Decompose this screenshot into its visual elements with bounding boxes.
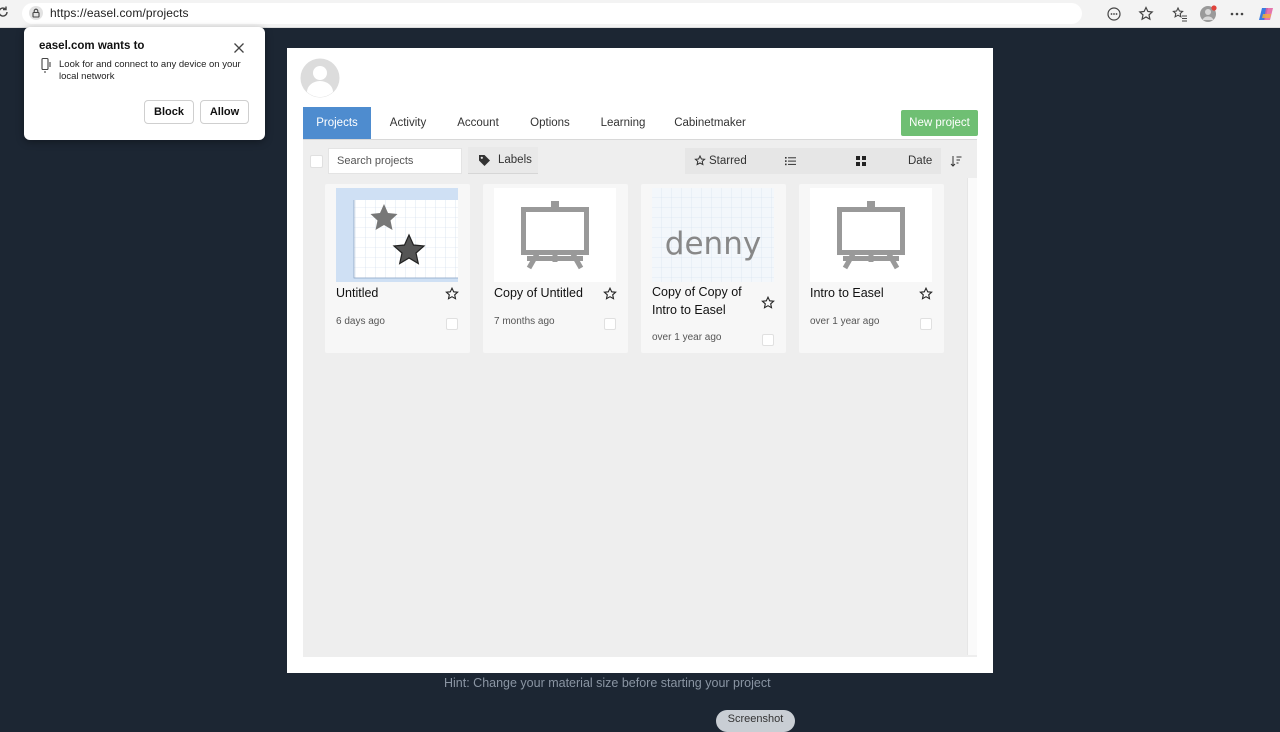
search-projects-input[interactable]: [328, 148, 462, 174]
project-date: 7 months ago: [494, 316, 555, 327]
projects-content: Labels Starred Date: [303, 140, 977, 657]
labels-button[interactable]: Labels: [468, 147, 538, 174]
favorites-list-icon[interactable]: [1171, 5, 1189, 23]
project-card[interactable]: Copy of Untitled 7 months ago: [483, 184, 628, 353]
browser-toolbar: https://easel.com/projects: [0, 0, 1280, 28]
project-thumbnail[interactable]: [336, 188, 458, 282]
project-title[interactable]: Copy of Copy of Intro to Easel: [652, 283, 757, 319]
local-network-permission-popup: easel.com wants to Look for and connect …: [24, 27, 265, 140]
project-thumbnail[interactable]: [810, 188, 932, 282]
address-bar[interactable]: https://easel.com/projects: [22, 3, 1082, 24]
more-menu-icon[interactable]: [1228, 5, 1246, 23]
project-title[interactable]: Copy of Untitled: [494, 284, 583, 302]
close-icon[interactable]: [231, 40, 247, 56]
vertical-scrollbar[interactable]: [967, 178, 977, 655]
grid-view-icon: [856, 156, 866, 166]
tab-activity[interactable]: Activity: [379, 107, 437, 139]
network-device-icon: [41, 57, 51, 73]
star-icon[interactable]: [603, 287, 617, 301]
labels-button-label: Labels: [498, 154, 532, 166]
allow-button[interactable]: Allow: [200, 100, 249, 124]
project-date: 6 days ago: [336, 316, 385, 327]
new-project-button[interactable]: New project: [901, 110, 978, 136]
project-select-checkbox[interactable]: [920, 318, 932, 330]
list-view-button[interactable]: [755, 148, 825, 174]
project-date: over 1 year ago: [810, 316, 880, 327]
project-card[interactable]: Untitled 6 days ago: [325, 184, 470, 353]
star-icon[interactable]: [919, 287, 933, 301]
project-thumbnail[interactable]: [494, 188, 616, 282]
hint-text: Hint: Change your material size before s…: [444, 676, 771, 690]
starred-label: Starred: [709, 155, 747, 167]
star-icon[interactable]: [761, 296, 775, 310]
favorite-star-icon[interactable]: [1137, 5, 1155, 23]
star-icon[interactable]: [445, 287, 459, 301]
popup-title: easel.com wants to: [39, 40, 145, 52]
tab-account[interactable]: Account: [449, 107, 507, 139]
tab-cabinetmaker[interactable]: Cabinetmaker: [667, 107, 753, 139]
profile-avatar-icon[interactable]: [1199, 5, 1217, 23]
project-select-checkbox[interactable]: [604, 318, 616, 330]
thumbnail-text: denny: [665, 226, 761, 262]
block-button[interactable]: Block: [144, 100, 194, 124]
project-date: over 1 year ago: [652, 332, 722, 343]
tab-projects[interactable]: Projects: [303, 107, 371, 139]
tab-learning[interactable]: Learning: [592, 107, 654, 139]
tag-icon: [479, 155, 490, 166]
reload-icon[interactable]: [0, 5, 10, 19]
project-thumbnail[interactable]: denny: [652, 188, 774, 282]
grid-view-button[interactable]: Date: [825, 148, 941, 174]
reading-mode-icon[interactable]: [1105, 5, 1123, 23]
copilot-icon[interactable]: [1257, 5, 1275, 23]
starred-filter-button[interactable]: Starred: [685, 148, 755, 174]
project-title[interactable]: Intro to Easel: [810, 284, 884, 302]
sort-label: Date: [908, 155, 933, 167]
site-info-icon[interactable]: [29, 6, 43, 20]
screenshot-button[interactable]: Screenshot: [716, 710, 795, 732]
project-title[interactable]: Untitled: [336, 284, 378, 302]
popup-message: Look for and connect to any device on yo…: [59, 59, 241, 82]
url-text: https://easel.com/projects: [50, 6, 189, 20]
project-card[interactable]: Intro to Easel over 1 year ago: [799, 184, 944, 353]
project-card[interactable]: denny Copy of Copy of Intro to Easel ove…: [641, 184, 786, 353]
sort-direction-button[interactable]: [943, 148, 969, 174]
project-select-checkbox[interactable]: [762, 334, 774, 346]
select-all-checkbox[interactable]: [310, 155, 323, 168]
star-outline-icon: [694, 155, 706, 166]
list-view-icon: [785, 157, 796, 166]
project-select-checkbox[interactable]: [446, 318, 458, 330]
projects-panel: Projects Activity Account Options Learni…: [287, 48, 993, 673]
tab-options[interactable]: Options: [521, 107, 579, 139]
sort-descending-icon: [950, 156, 962, 167]
user-avatar[interactable]: [300, 58, 340, 98]
